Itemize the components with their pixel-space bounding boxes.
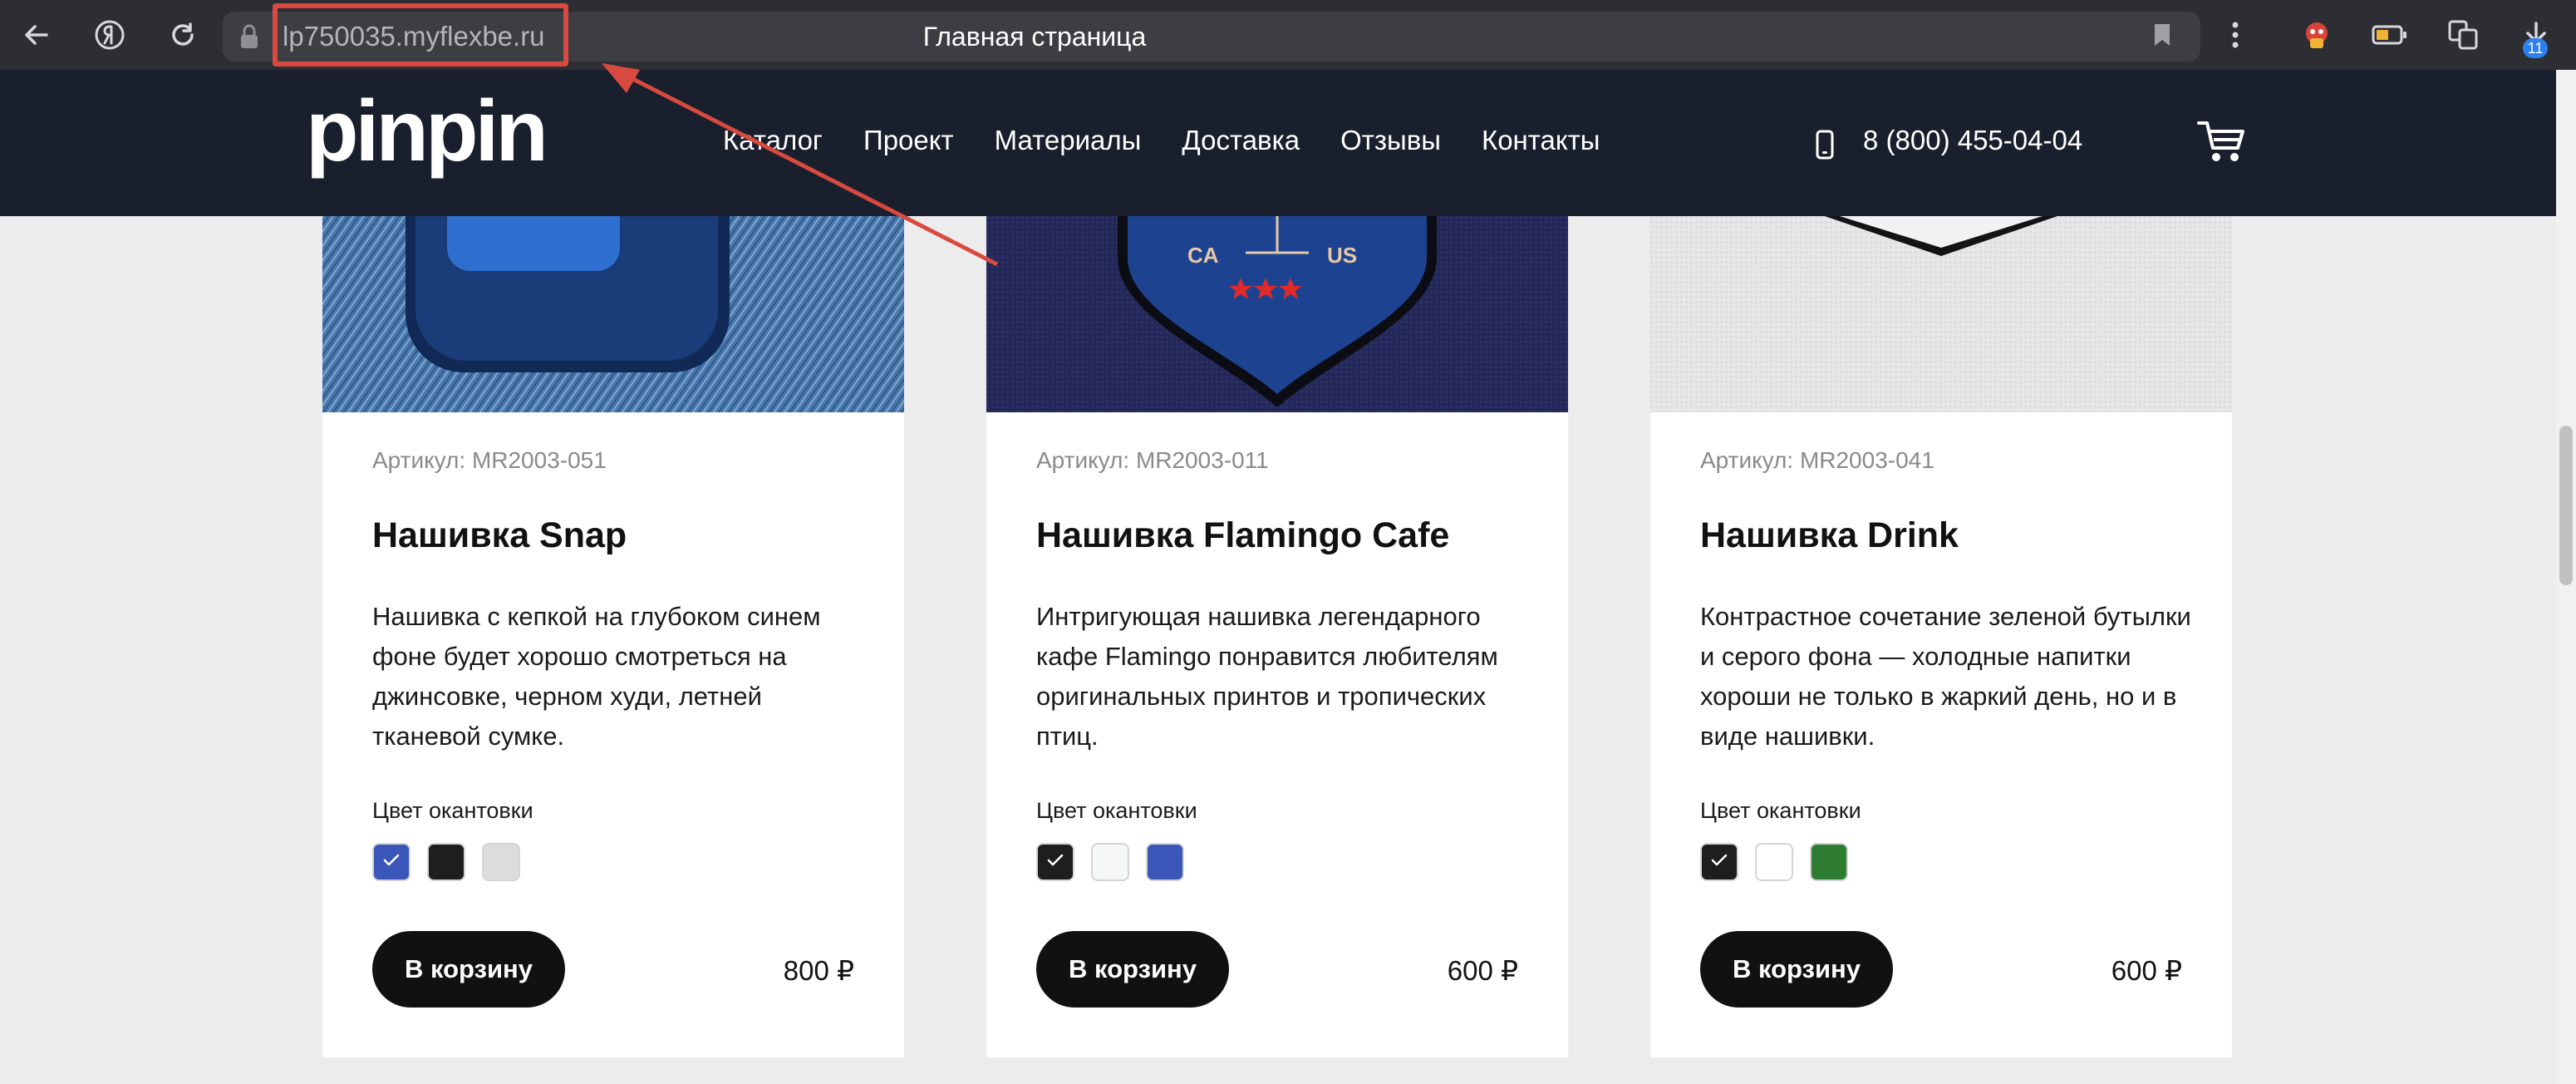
product-description: Контрастное сочетание зеленой бутылки и … [1700,602,2191,751]
nav-item-delivery[interactable]: Доставка [1182,125,1300,156]
yandex-icon[interactable] [88,13,131,57]
checkmark-icon [1710,853,1728,872]
border-color-label: Цвет окантовки [372,798,533,823]
nav-item-materials[interactable]: Материалы [995,125,1142,156]
nav-item-project[interactable]: Проект [863,125,954,156]
color-swatch[interactable] [1700,843,1738,881]
lock-icon[interactable] [239,23,259,50]
color-swatches [372,843,520,881]
nav-item-contacts[interactable]: Контакты [1482,125,1600,156]
page-title: Главная страница [922,22,1147,52]
back-icon[interactable] [15,13,58,57]
product-sku: Артикул: MR2003-041 [1700,447,1934,473]
product-price: 600 ₽ [2111,955,2182,986]
bookmark-icon[interactable] [2152,22,2172,52]
color-swatch[interactable] [1755,843,1793,881]
product-name[interactable]: Нашивка Snap [372,515,627,556]
product-card: Артикул: MR2003-051 Нашивка Snap Нашивка… [322,216,904,1057]
reload-icon[interactable] [161,13,204,57]
patch-text: US [1327,243,1357,268]
url-highlight-box [273,3,568,67]
add-to-cart-button[interactable]: В корзину [372,931,565,1008]
color-swatch[interactable] [427,843,465,881]
phone-icon [1815,130,1835,164]
color-swatch[interactable] [1146,843,1184,881]
battery-icon[interactable] [2370,15,2410,55]
product-image[interactable] [322,216,904,412]
checkmark-icon [382,853,401,872]
product-sku: Артикул: MR2003-051 [372,447,607,473]
color-swatch[interactable] [1091,843,1129,881]
header-phone[interactable]: 8 (800) 455-04-04 [1863,125,2082,156]
cart-icon[interactable] [2197,118,2247,169]
product-name[interactable]: Нашивка Drink [1700,515,1959,556]
product-card: Артикул: MR2003-041 Нашивка Drink Контра… [1650,216,2232,1057]
product-image[interactable] [1650,216,2232,412]
main-nav: Каталог Проект Материалы Доставка Отзывы… [723,125,1600,156]
color-swatches [1700,843,1848,881]
extension-icon[interactable] [2297,15,2337,55]
more-icon[interactable] [2215,15,2255,55]
product-image[interactable]: CA US [986,216,1568,412]
site-logo[interactable]: pinpin [306,88,548,175]
product-description: Интригующая нашивка легендарного кафе Fl… [1036,602,1498,751]
product-price: 800 ₽ [783,955,854,986]
patch-text: CA [1187,243,1219,268]
nav-item-reviews[interactable]: Отзывы [1340,125,1441,156]
color-swatch[interactable] [372,843,410,881]
product-description: Нашивка с кепкой на глубоком синем фоне … [372,602,821,751]
color-swatches [1036,843,1184,881]
product-name[interactable]: Нашивка Flamingo Cafe [1036,515,1449,556]
reader-icon[interactable] [2443,15,2483,55]
add-to-cart-button[interactable]: В корзину [1036,931,1229,1008]
product-price: 600 ₽ [1447,955,1518,986]
checkmark-icon [1046,853,1064,872]
product-sku: Артикул: MR2003-011 [1036,447,1269,473]
product-card: CA US Артикул: MR2003-011 Нашивка Flamin… [986,216,1568,1057]
color-swatch[interactable] [482,843,520,881]
color-swatch[interactable] [1036,843,1074,881]
scrollbar-thumb[interactable] [2559,426,2573,585]
nav-item-catalog[interactable]: Каталог [723,125,823,156]
color-swatch[interactable] [1810,843,1848,881]
border-color-label: Цвет окантовки [1036,798,1197,823]
downloads-badge: 11 [2523,38,2548,58]
border-color-label: Цвет окантовки [1700,798,1861,823]
add-to-cart-button[interactable]: В корзину [1700,931,1893,1008]
